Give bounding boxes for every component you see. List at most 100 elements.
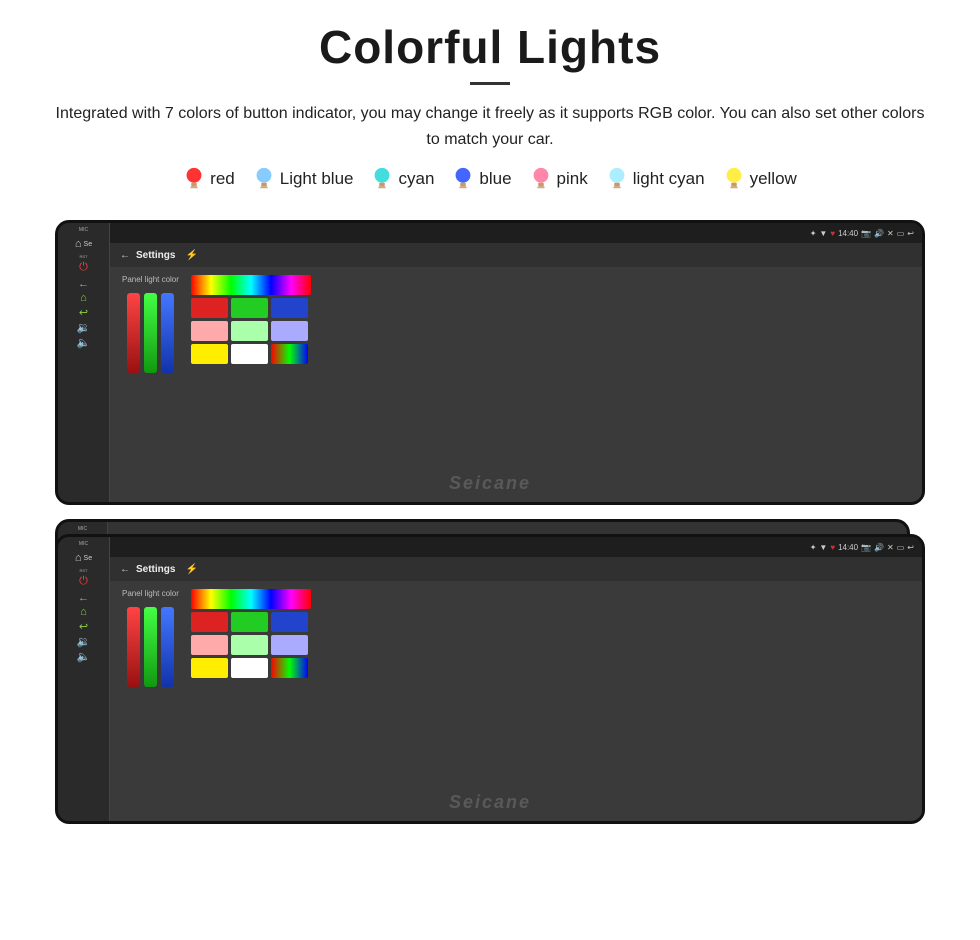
close-icon-bottom: ✕ [887, 543, 894, 552]
red-bulb-icon [183, 166, 205, 192]
usb-icon-top: ⚡ [185, 250, 197, 261]
lightblue-bulb-icon [253, 166, 275, 192]
bottom-screen-stack: MIC ⌂ RST ⏻ ← ⌂ ↩ 🔉 🔈 MIC [55, 519, 925, 824]
status-bar-bottom: ✦ ▼ ♥ 14:40 📷 🔊 ✕ ▭ ↩ [110, 537, 922, 557]
mic-label-bottom: MIC [79, 541, 88, 547]
content-body-top: Panel light color [110, 267, 922, 502]
screen-inner-top: MIC ⌂ Se RST ⏻ ← ⌂ ↩ 🔉 🔈 [58, 223, 922, 502]
color-label-lightcyan: light cyan [633, 169, 705, 189]
back-icon-bottom[interactable]: ← [78, 592, 89, 604]
usb-icon-bottom: ⚡ [185, 564, 197, 575]
slider-blue-bottom[interactable] [161, 607, 174, 687]
status-bar-top: ✦ ▼ ♥ 14:40 📷 🔊 ✕ ▭ ↩ [110, 223, 922, 243]
top-screens-row: MIC ⌂Se RST ⏻ ← ⌂ ↩ 🔉 🔈 MIC [40, 210, 940, 505]
back2-icon-top: ↩ [907, 229, 914, 238]
close-icon-top: ✕ [887, 229, 894, 238]
win-icon-top: ▭ [897, 229, 905, 238]
return-icon-bottom[interactable]: ↩ [79, 620, 88, 633]
settings-title-top: Settings [136, 250, 175, 261]
win-icon-bottom: ▭ [897, 543, 905, 552]
nav-back-bottom[interactable]: ← [120, 564, 130, 575]
title-divider [470, 82, 510, 85]
signal-icon-top: ♥ [830, 229, 835, 238]
home-icon-bottom: ⌂ [75, 552, 82, 564]
cell-green-bottom [231, 612, 268, 632]
sliders-bottom [127, 602, 174, 687]
home-icon2-bottom[interactable]: ⌂ [80, 606, 87, 618]
back2-icon-bottom: ↩ [907, 543, 914, 552]
page: Colorful Lights Integrated with 7 colors… [0, 0, 980, 940]
color-item-yellow: yellow [723, 166, 797, 192]
top-screen-stack: MIC ⌂Se RST ⏻ ← ⌂ ↩ 🔉 🔈 MIC [55, 210, 925, 505]
bt-icon-top: ✦ [810, 229, 817, 238]
volup-icon-top[interactable]: 🔉 [77, 321, 91, 334]
content-body-bottom: Panel light color [110, 581, 922, 821]
back-icon-top[interactable]: ← [78, 278, 89, 290]
slider-red-top[interactable] [127, 293, 140, 373]
color-row2-bottom [191, 635, 311, 655]
main-screen-bottom: MIC ⌂ Se RST ⏻ ← ⌂ ↩ 🔉 🔈 [55, 534, 925, 824]
top-nav-bar-top: ← Settings ⚡ [110, 243, 922, 267]
power-icon-top[interactable]: ⏻ [79, 261, 88, 274]
panel-light-section-bottom: Panel light color [122, 589, 179, 687]
color-row2-top [191, 321, 311, 341]
cell-blue-bottom [271, 612, 308, 632]
color-item-cyan: cyan [371, 166, 434, 192]
color-label-lightblue: Light blue [280, 169, 354, 189]
nav-back-top[interactable]: ← [120, 250, 130, 261]
settings-title-bottom: Settings [136, 564, 175, 575]
slider-red-bottom[interactable] [127, 607, 140, 687]
color-item-red: red [183, 166, 235, 192]
cell-mint-top [231, 321, 268, 341]
settings-short-bottom: Se [84, 555, 93, 562]
cyan-bulb-icon [371, 166, 393, 192]
color-indicators-row: red Light blue cyan blue [183, 166, 797, 192]
cell-blue-top [271, 298, 308, 318]
color-label-red: red [210, 169, 235, 189]
cell-yellow-top [191, 344, 228, 364]
bottom-screens-row: MIC ⌂ RST ⏻ ← ⌂ ↩ 🔉 🔈 MIC [40, 519, 940, 824]
cell-mint-bottom [231, 635, 268, 655]
voldown-icon-bottom[interactable]: 🔈 [77, 650, 91, 663]
cell-pink-top [191, 321, 228, 341]
sliders-top [127, 288, 174, 373]
color-item-pink: pink [530, 166, 588, 192]
home-nav-top[interactable]: ⌂ Se [75, 236, 92, 252]
volup-icon-bottom[interactable]: 🔉 [77, 635, 91, 648]
cell-white-bottom [231, 658, 268, 678]
cell-red-bottom [191, 612, 228, 632]
color-label-pink: pink [557, 169, 588, 189]
home-icon2-top[interactable]: ⌂ [80, 292, 87, 304]
color-row3-bottom [191, 658, 311, 678]
slider-green-top[interactable] [144, 293, 157, 373]
slider-green-bottom[interactable] [144, 607, 157, 687]
rst-label-top: RST [80, 254, 88, 259]
cell-yellow-bottom [191, 658, 228, 678]
cell-white-top [231, 344, 268, 364]
camera-icon-bottom: 📷 [861, 543, 871, 552]
home-icon-top: ⌂ [75, 238, 82, 250]
panel-label-bottom: Panel light color [122, 589, 179, 598]
home-nav-bottom[interactable]: ⌂ Se [75, 550, 92, 566]
rainbow-bar-top [191, 275, 311, 295]
cell-multi-bottom [271, 658, 308, 678]
color-item-lightcyan: light cyan [606, 166, 705, 192]
vol-icon-top: 🔊 [874, 229, 884, 238]
slider-blue-top[interactable] [161, 293, 174, 373]
pink-bulb-icon [530, 166, 552, 192]
description-text: Integrated with 7 colors of button indic… [50, 101, 930, 152]
color-row1-bottom [191, 612, 311, 632]
power-icon-bottom[interactable]: ⏻ [79, 575, 88, 588]
color-grid-top [191, 275, 311, 364]
cell-lavender-bottom [271, 635, 308, 655]
return-icon-top[interactable]: ↩ [79, 306, 88, 319]
voldown-icon-top[interactable]: 🔈 [77, 336, 91, 349]
color-grid-bottom [191, 589, 311, 678]
screen-content-bottom: ✦ ▼ ♥ 14:40 📷 🔊 ✕ ▭ ↩ ← [110, 537, 922, 821]
panel-label-top: Panel light color [122, 275, 179, 284]
color-label-yellow: yellow [750, 169, 797, 189]
mic-label-top: MIC [79, 227, 88, 233]
color-item-blue: blue [452, 166, 511, 192]
screen-content-top: ✦ ▼ ♥ 14:40 📷 🔊 ✕ ▭ ↩ ← [110, 223, 922, 502]
wifi-icon-bottom: ▼ [819, 543, 827, 552]
